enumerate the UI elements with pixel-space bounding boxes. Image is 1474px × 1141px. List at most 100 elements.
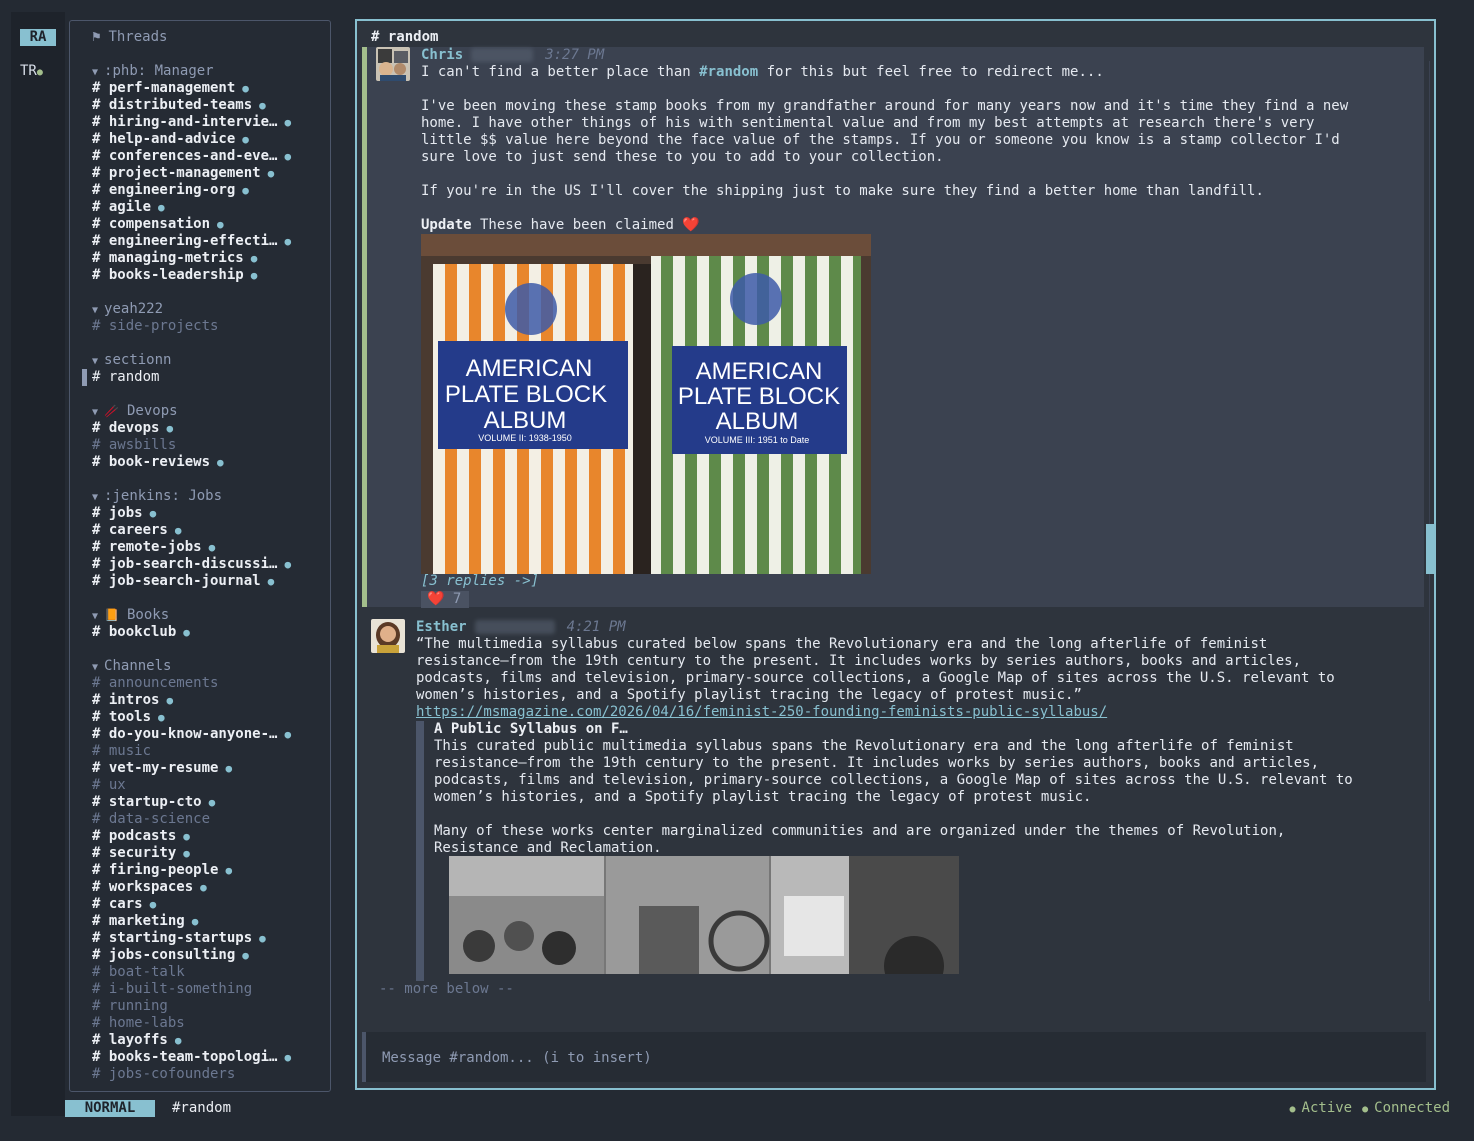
section-header[interactable]: ▼ sectionn (92, 352, 171, 369)
link-preview[interactable]: A Public Syllabus on F… This curated pub… (416, 721, 1424, 981)
sidebar-channel-item[interactable]: # layoffs ● (92, 1032, 182, 1049)
sidebar-channel-item[interactable]: # distributed-teams ● (92, 97, 266, 114)
sidebar-channel-item[interactable]: # project-management ● (92, 165, 274, 182)
sidebar-channel-item[interactable]: # books-team-topologi… ● (92, 1049, 291, 1066)
unread-dot-icon: ● (267, 575, 275, 588)
channel-name: project-management (108, 165, 261, 181)
sidebar-channel-item[interactable]: # hiring-and-intervie… ● (92, 114, 291, 131)
section-header[interactable]: ▼ yeah222 (92, 301, 163, 318)
sidebar-channel-item[interactable]: # book-reviews ● (92, 454, 224, 471)
workspace-ra[interactable]: RA (20, 29, 56, 46)
sidebar-channel-item[interactable]: # engineering-effecti… ● (92, 233, 291, 250)
sidebar-channel-item[interactable]: # music (92, 743, 151, 760)
message-input[interactable] (380, 1047, 1284, 1069)
sidebar-channel-item[interactable]: # side-projects (92, 318, 218, 335)
sidebar-channel-item[interactable]: # security ● (92, 845, 190, 862)
scrollbar-thumb[interactable] (1426, 524, 1434, 574)
sidebar-channel-item[interactable]: # careers ● (92, 522, 182, 539)
section-header[interactable]: ▼ 🥢 Devops (92, 403, 178, 420)
channel-name: distributed-teams (108, 97, 253, 113)
threads-link[interactable]: ⚑ Threads (92, 29, 167, 46)
sidebar-channel-item[interactable]: # random (92, 369, 159, 386)
channel-link[interactable]: #random (699, 64, 758, 80)
blurred-username (474, 620, 555, 634)
sidebar-channel-item[interactable]: # remote-jobs ● (92, 539, 215, 556)
link-preview-image[interactable] (449, 856, 959, 974)
section-header[interactable]: ▼ Channels (92, 658, 171, 675)
sidebar-channel-item[interactable]: # data-science (92, 811, 210, 828)
hash-icon: # (92, 675, 109, 691)
sidebar-channel-item[interactable]: # firing-people ● (92, 862, 232, 879)
workspace-tr[interactable]: TR● (20, 63, 43, 80)
unread-dot-icon: ● (250, 269, 258, 282)
hash-icon: # (92, 811, 109, 827)
channel-name: security (108, 845, 177, 861)
sidebar-channel-item[interactable]: # running (92, 998, 168, 1015)
sidebar-channel-item[interactable]: # compensation ● (92, 216, 224, 233)
sidebar-channel-item[interactable]: # job-search-journal ● (92, 573, 274, 590)
threads-label: Threads (108, 29, 168, 45)
blurred-username (471, 48, 534, 62)
book2-title-line3: ALBUM (716, 408, 799, 435)
sidebar-channel-item[interactable]: # vet-my-resume ● (92, 760, 232, 777)
message-esther[interactable]: Esther 4:21 PM “The multimedia syllabus c… (362, 619, 1424, 989)
sidebar-channel-item[interactable]: # boat-talk (92, 964, 185, 981)
connected-dot-icon: ● (1362, 1104, 1369, 1115)
sidebar-channel-item[interactable]: # awsbills (92, 437, 176, 454)
sidebar-channel-item[interactable]: # bookclub ● (92, 624, 190, 641)
message-url-link[interactable]: https://msmagazine.com/2026/04/16/femini… (416, 704, 1107, 720)
unread-dot-icon: ● (284, 558, 292, 571)
hash-icon: # (92, 709, 109, 725)
sidebar-channel-item[interactable]: # agile ● (92, 199, 165, 216)
sidebar-channel-item[interactable]: # do-you-know-anyone-… ● (92, 726, 291, 743)
section-header[interactable]: ▼ 📙 Books (92, 607, 169, 624)
link-preview-title[interactable]: A Public Syllabus on F… (434, 721, 628, 737)
sidebar-channel-item[interactable]: # marketing ● (92, 913, 198, 930)
hash-icon: # (92, 199, 109, 215)
hash-icon: # (92, 1066, 109, 1082)
section-header[interactable]: ▼:jenkins: Jobs (92, 488, 222, 505)
sidebar-channel-item[interactable]: # conferences-and-eve… ● (92, 148, 291, 165)
thread-replies-link[interactable]: [3 replies ->] (421, 573, 539, 589)
channel-name: devops (108, 420, 160, 436)
book1-title-line2: PLATE BLOCK (445, 381, 607, 408)
sidebar-channel-item[interactable]: # cars ● (92, 896, 156, 913)
sidebar-channel-item[interactable]: # jobs-cofounders (92, 1066, 235, 1083)
sidebar-channel-item[interactable]: # books-leadership ● (92, 267, 257, 284)
stamp-books-image[interactable]: AMERICAN PLATE BLOCK ALBUM AMERICAN PLAT… (421, 234, 871, 574)
caret-down-icon: ▼ (92, 492, 99, 503)
section-header[interactable]: ▼:phb: Manager (92, 63, 214, 80)
message-chris[interactable]: Chris 3:27 PM I can't find a better place… (362, 47, 1424, 608)
sidebar-channel-item[interactable]: # tools ● (92, 709, 165, 726)
channel-name: home-labs (108, 1015, 185, 1031)
message-paragraph: If you're in the US I'll cover the shipp… (421, 183, 1264, 199)
author-name[interactable]: Esther (416, 619, 467, 635)
sidebar-channel-item[interactable]: # i-built-something (92, 981, 252, 998)
message-composer[interactable] (362, 1032, 1426, 1082)
sidebar-channel-item[interactable]: # engineering-org ● (92, 182, 249, 199)
reaction-heart[interactable]: ❤️ 7 (421, 591, 470, 608)
sidebar-channel-item[interactable]: # starting-startups ● (92, 930, 266, 947)
hash-icon: # (92, 1049, 109, 1065)
sidebar-channel-item[interactable]: # managing-metrics ● (92, 250, 257, 267)
sidebar-channel-item[interactable]: # home-labs (92, 1015, 185, 1032)
sidebar-channel-item[interactable]: # workspaces ● (92, 879, 207, 896)
sidebar-channel-item[interactable]: # jobs-consulting ● (92, 947, 249, 964)
channel-name: layoffs (108, 1032, 168, 1048)
sidebar-channel-item[interactable]: # intros ● (92, 692, 173, 709)
sidebar-channel-item[interactable]: # startup-cto ● (92, 794, 215, 811)
sidebar-channel-item[interactable]: # devops ● (92, 420, 173, 437)
author-name[interactable]: Chris (421, 47, 463, 63)
hash-icon: # (92, 318, 109, 334)
sidebar-channel-item[interactable]: # podcasts ● (92, 828, 190, 845)
channel-name: podcasts (108, 828, 177, 844)
unread-dot-icon: ● (225, 762, 233, 775)
sidebar-channel-item[interactable]: # perf-management ● (92, 80, 249, 97)
sidebar-channel-item[interactable]: # help-and-advice ● (92, 131, 249, 148)
sidebar-channel-item[interactable]: # jobs ● (92, 505, 156, 522)
sidebar-channel-item[interactable]: # ux (92, 777, 126, 794)
channel-name: books-leadership (108, 267, 244, 283)
sidebar-channel-item[interactable]: # announcements (92, 675, 218, 692)
channel-name: help-and-advice (108, 131, 236, 147)
sidebar-channel-item[interactable]: # job-search-discussi… ● (92, 556, 291, 573)
